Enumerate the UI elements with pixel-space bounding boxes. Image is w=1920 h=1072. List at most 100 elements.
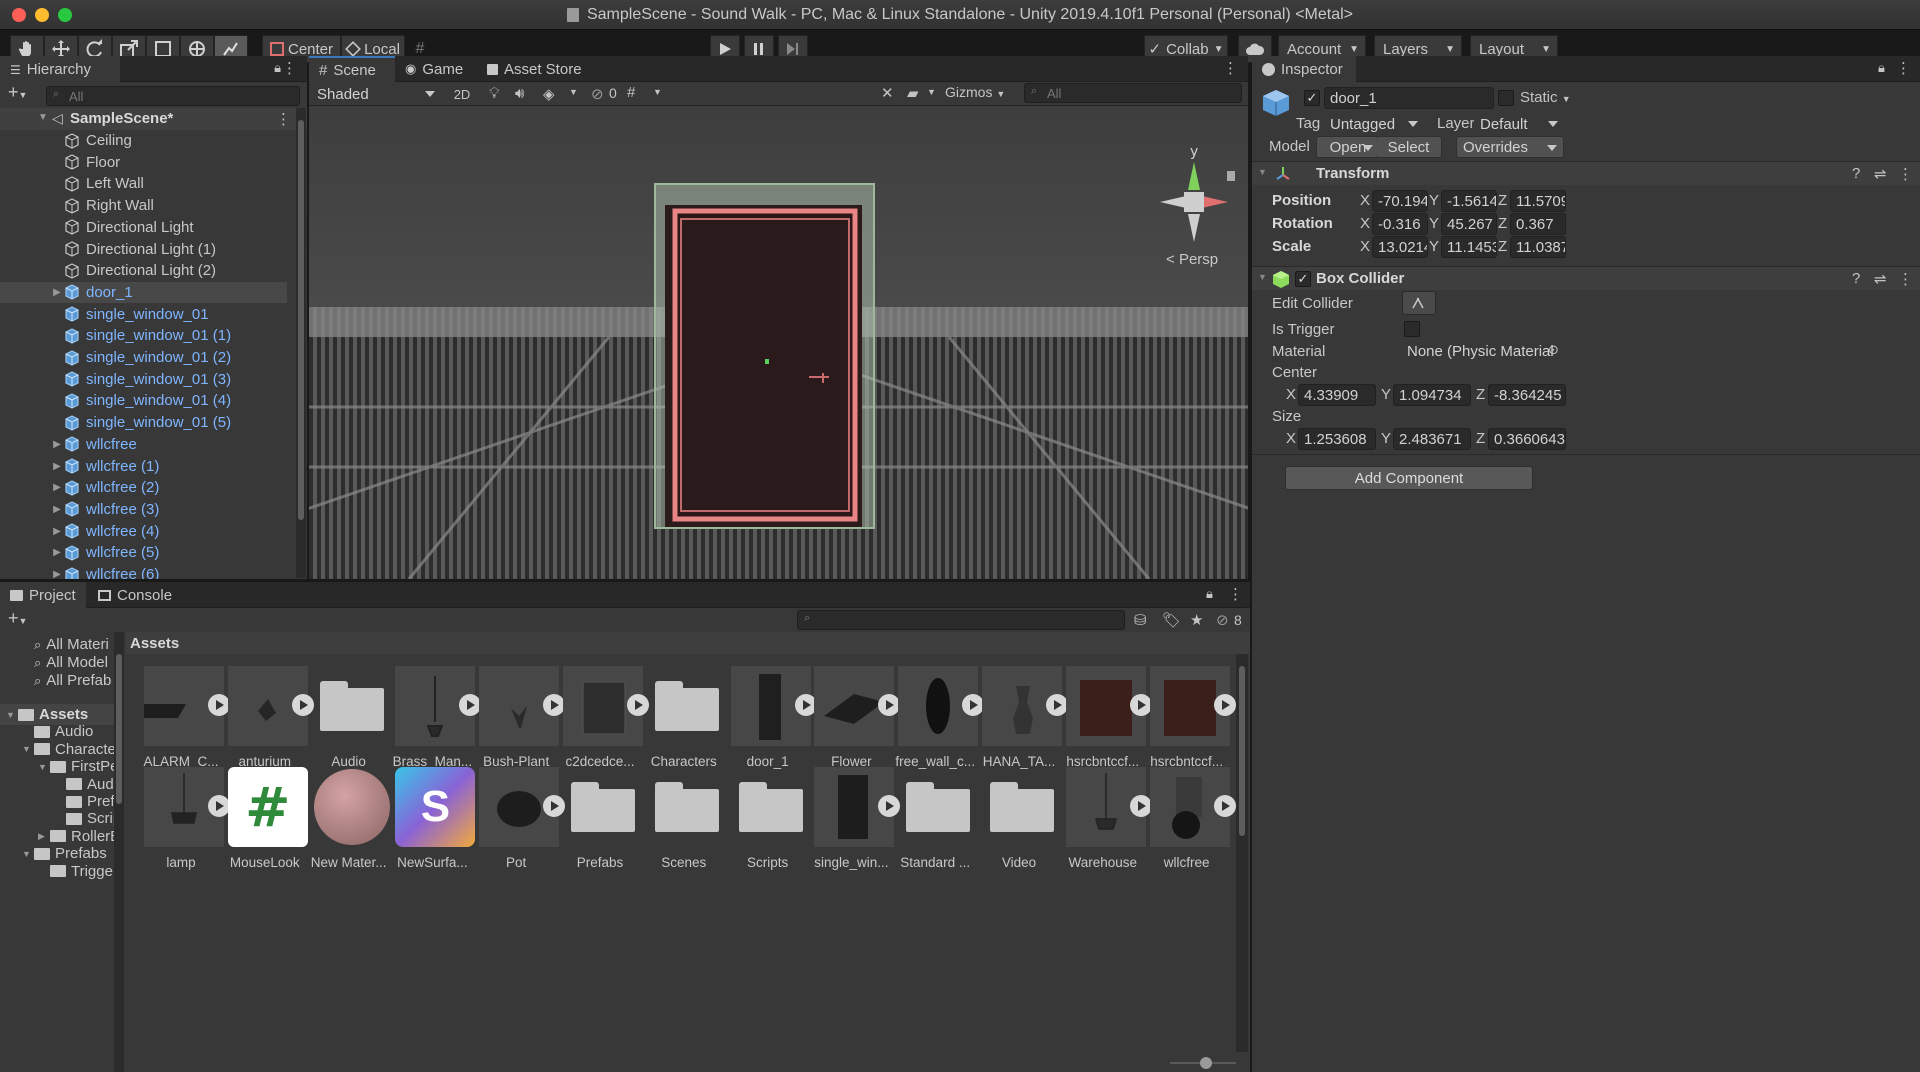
axis-z-label[interactable]: Z [1498,238,1507,255]
hierarchy-item[interactable]: Left Wall [0,173,287,194]
axis-z-label[interactable]: Z [1476,430,1485,447]
hierarchy-item[interactable]: single_window_01 (5) [0,412,287,433]
axis-y-label[interactable]: Y [1429,215,1439,232]
presets-icon[interactable]: ⇌ [1874,165,1887,183]
thumbnail-size-slider[interactable] [1170,1056,1236,1070]
scale-x-field[interactable]: 13.0214 [1372,236,1428,258]
axis-x-label[interactable]: X [1360,238,1370,255]
zoom-window-button[interactable] [58,8,72,22]
static-checkbox[interactable] [1498,90,1514,106]
kebab-menu-icon[interactable]: ⋮ [1898,165,1913,183]
project-search-input[interactable]: ⌕ [797,610,1125,630]
chevron-down-icon[interactable]: ▼ [569,87,578,97]
hierarchy-item[interactable]: single_window_01 (1) [0,325,287,346]
hierarchy-item[interactable]: ▶ wllcfree (3) [0,499,287,520]
axis-z-label[interactable]: Z [1476,386,1485,403]
hierarchy-item[interactable]: single_window_01 [0,304,287,325]
audio-toggle-icon[interactable]: 🔊︎ [515,85,524,102]
axis-x-label[interactable]: X [1286,430,1296,447]
model-open-button[interactable]: Open [1316,136,1380,158]
folder-tree-item[interactable]: Trigger [38,861,118,882]
rotation-y-field[interactable]: 45.267 [1441,213,1497,235]
box-collider-enabled-checkbox[interactable]: ✓ [1295,271,1311,287]
expand-asset-button[interactable] [1213,795,1236,817]
center-z-field[interactable]: -8.364245 [1488,384,1566,406]
hierarchy-item[interactable]: single_window_01 (3) [0,369,287,390]
hierarchy-item[interactable]: single_window_01 (2) [0,347,287,368]
axis-x-label[interactable]: X [1360,192,1370,209]
expand-arrow-icon[interactable]: ▶ [50,461,64,472]
kebab-menu-icon[interactable]: ⋮ [276,110,291,128]
gizmos-dropdown[interactable]: Gizmos ▼ [945,84,1005,100]
hierarchy-item[interactable]: ▶ door_1 [0,281,287,303]
expand-arrow-icon[interactable]: ▼ [38,762,50,772]
tab-console[interactable]: Console [88,582,182,608]
door-model[interactable] [654,183,875,529]
favorite-item[interactable]: ⌕ All Prefab [34,670,111,691]
help-icon[interactable]: ? [1852,270,1860,287]
expand-arrow-icon[interactable]: ▶ [50,547,64,558]
size-y-field[interactable]: 2.483671 [1393,428,1471,450]
size-z-field[interactable]: 0.3660643 [1488,428,1566,450]
tab-scene[interactable]: # Scene [309,56,395,83]
expand-arrow-icon[interactable]: ▼ [6,710,18,720]
tab-hierarchy[interactable]: ☰ Hierarchy [0,56,120,83]
object-name-field[interactable]: door_1 [1324,87,1494,109]
kebab-menu-icon[interactable]: ⋮ [1223,59,1238,77]
tab-inspector[interactable]: Inspector [1252,56,1356,83]
kebab-menu-icon[interactable]: ⋮ [1898,270,1913,288]
expand-arrow-icon[interactable]: ▶ [50,287,64,298]
expand-arrow-icon[interactable]: ▶ [50,504,64,515]
overrides-dropdown[interactable]: Overrides [1456,136,1564,158]
effects-toggle-icon[interactable]: ◈ [543,85,555,103]
edit-collider-button[interactable] [1402,291,1436,315]
transform-header[interactable]: ▼ Transform ? ⇌ ⋮ [1252,161,1920,185]
expand-arrow-icon[interactable]: ▼ [22,849,34,859]
shading-mode-dropdown[interactable]: Shaded [311,83,441,105]
scene-search-input[interactable]: ⌕ All [1024,83,1242,103]
slider-handle[interactable] [1200,1057,1212,1069]
axis-y-label[interactable]: Y [1429,192,1439,209]
expand-arrow-icon[interactable]: ▶ [50,482,64,493]
tools-settings-icon[interactable]: ✕ [881,84,894,102]
lock-icon[interactable]: 🔒︎ [1878,60,1885,76]
expand-arrow-icon[interactable]: ▶ [50,526,64,537]
hidden-objects-icon[interactable]: ⊘ [591,85,604,103]
hierarchy-item[interactable]: Right Wall [0,195,287,216]
axis-y-label[interactable]: Y [1381,430,1391,447]
chevron-down-icon[interactable]: ▼ [653,87,662,97]
2d-toggle[interactable]: 2D [449,83,475,105]
hierarchy-item[interactable]: ▶ wllcfree (2) [0,477,287,498]
minimize-window-button[interactable] [35,8,49,22]
axis-y-label[interactable]: Y [1381,386,1391,403]
expand-arrow-icon[interactable]: ▶ [50,439,64,450]
hierarchy-scrollbar[interactable] [296,108,306,578]
hierarchy-item[interactable]: Floor [0,152,287,173]
scale-z-field[interactable]: 11.0387 [1510,236,1566,258]
help-icon[interactable]: ? [1852,165,1860,182]
kebab-menu-icon[interactable]: ⋮ [282,59,297,77]
axis-z-label[interactable]: Z [1498,192,1507,209]
position-z-field[interactable]: 11.5709 [1510,190,1566,212]
label-filter-icon[interactable]: 🏷︎ [1162,611,1181,629]
lock-icon[interactable]: 🔒︎ [274,60,281,76]
add-component-button[interactable]: Add Component [1285,466,1533,490]
center-y-field[interactable]: 1.094734 [1393,384,1471,406]
model-select-button[interactable]: Select [1376,136,1442,158]
search-by-type-icon[interactable]: ⛁ [1134,611,1147,629]
scrollbar-thumb[interactable] [298,120,304,520]
hierarchy-item[interactable]: single_window_01 (4) [0,390,287,411]
breadcrumb-assets[interactable]: Assets [130,635,179,652]
lighting-toggle-icon[interactable]: 💡︎ [489,85,500,102]
size-x-field[interactable]: 1.253608 [1298,428,1376,450]
hierarchy-item[interactable]: ▶ wllcfree (4) [0,521,287,542]
object-picker-icon[interactable]: ⊙ [1548,342,1559,358]
scale-y-field[interactable]: 11.1453 [1441,236,1497,258]
scene-viewport[interactable]: y < Persp [309,107,1248,579]
hierarchy-item[interactable]: Ceiling [0,130,287,151]
is-trigger-checkbox[interactable] [1404,321,1420,337]
asset-grid-scrollbar[interactable] [1236,654,1248,1052]
rotation-z-field[interactable]: 0.367 [1510,213,1566,235]
grid-visibility-icon[interactable]: # [627,84,635,101]
axis-y-label[interactable]: Y [1429,238,1439,255]
